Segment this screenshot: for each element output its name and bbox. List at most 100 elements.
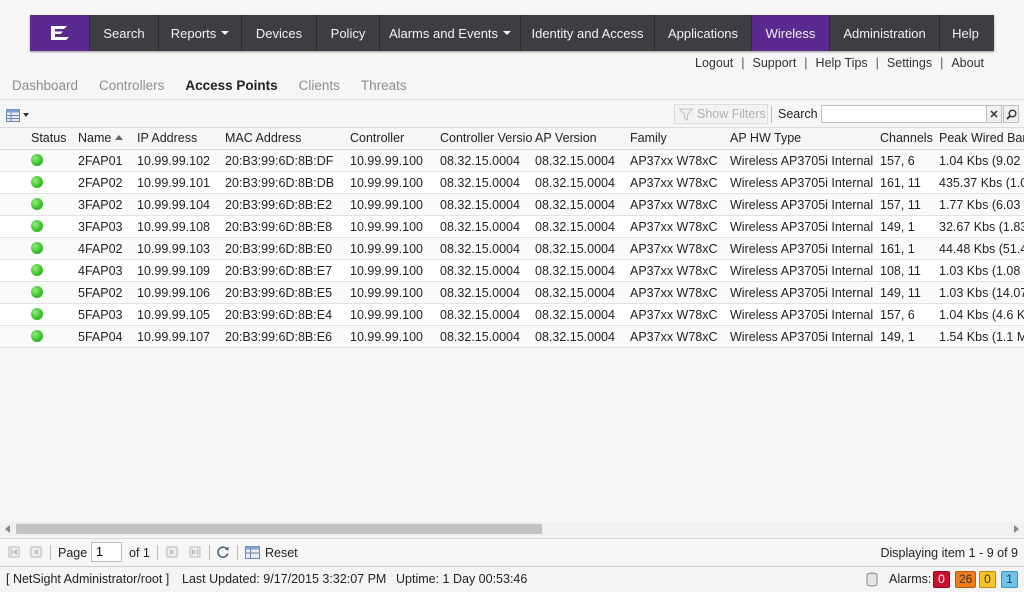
table-row[interactable]: 2FAP01 10.99.99.102 20:B3:99:6D:8B:DF 10.99… — [0, 150, 1024, 172]
cell-controller-version: 08.32.15.0004 — [440, 220, 520, 234]
alarm-badge-critical[interactable]: 0 — [933, 571, 950, 588]
cell-ap-hw-type: Wireless AP3705i Internal — [730, 154, 874, 168]
column-header-controller-version[interactable]: Controller Versio — [440, 131, 534, 145]
grid-options-menu[interactable] — [6, 107, 30, 123]
nav-item-search[interactable]: Search — [90, 15, 159, 51]
column-header-label: MAC Address — [225, 131, 302, 145]
cell-ip-address: 10.99.99.105 — [137, 308, 210, 322]
status-up-icon — [31, 176, 43, 188]
column-header-ap-hw-type[interactable]: AP HW Type — [730, 131, 879, 145]
cell-channels: 157, 11 — [880, 198, 921, 212]
cell-peak-wired-band: 1.03 Kbs (1.08 — [939, 264, 1021, 278]
table-row[interactable]: 4FAP03 10.99.99.109 20:B3:99:6D:8B:E7 10.99… — [0, 260, 1024, 282]
cell-ap-version: 08.32.15.0004 — [535, 330, 615, 344]
link-settings[interactable]: Settings — [887, 56, 932, 70]
column-header-label: Status — [31, 131, 67, 145]
table-row[interactable]: 5FAP02 10.99.99.106 20:B3:99:6D:8B:E5 10.99… — [0, 282, 1024, 304]
paging-toolbar: Page of 1 Reset Displaying item 1 - 9 of — [0, 538, 1024, 565]
cell-name: 2FAP01 — [78, 154, 123, 168]
tab-access-points[interactable]: Access Points — [185, 78, 277, 93]
tab-controllers[interactable]: Controllers — [99, 78, 164, 93]
reset-button[interactable]: Reset — [265, 546, 298, 560]
cell-peak-wired-band: 1.04 Kbs (4.6 K — [939, 308, 1024, 322]
link-logout[interactable]: Logout — [695, 56, 733, 70]
show-filters-button[interactable]: Show Filters — [674, 104, 768, 124]
column-header-channels[interactable]: Channels — [880, 131, 938, 145]
table-row[interactable]: 5FAP04 10.99.99.107 20:B3:99:6D:8B:E6 10.99… — [0, 326, 1024, 348]
search-button[interactable] — [1003, 105, 1019, 123]
cell-family: AP37xx W78xC — [630, 242, 718, 256]
link-about[interactable]: About — [951, 56, 984, 70]
wireless-subtabs: Dashboard Controllers Access Points Clients… — [12, 78, 428, 93]
uptime: Uptime: 1 Day 00:53:46 — [396, 572, 528, 586]
link-support[interactable]: Support — [753, 56, 797, 70]
nav-item-label: Reports — [170, 25, 217, 41]
scroll-left-icon[interactable] — [5, 525, 10, 533]
tab-clients[interactable]: Clients — [299, 78, 340, 93]
table-row[interactable]: 5FAP03 10.99.99.105 20:B3:99:6D:8B:E4 10.99… — [0, 304, 1024, 326]
cell-mac-address: 20:B3:99:6D:8B:E6 — [225, 330, 333, 344]
cell-controller: 10.99.99.100 — [350, 286, 423, 300]
nav-item-help[interactable]: Help — [940, 15, 991, 51]
alarm-badge-info[interactable]: 1 — [1001, 571, 1018, 588]
scroll-right-icon[interactable] — [1014, 525, 1019, 533]
page-number-input[interactable] — [91, 542, 122, 562]
nav-item-wireless[interactable]: Wireless — [752, 15, 830, 51]
prev-page-button[interactable] — [27, 543, 45, 561]
nav-item-reports[interactable]: Reports — [159, 15, 242, 51]
nav-item-administration[interactable]: Administration — [830, 15, 940, 51]
cell-mac-address: 20:B3:99:6D:8B:DB — [225, 176, 335, 190]
column-header-name[interactable]: Name — [78, 131, 136, 145]
tab-dashboard[interactable]: Dashboard — [12, 78, 78, 93]
nav-item-applications[interactable]: Applications — [655, 15, 752, 51]
nav-item-policy[interactable]: Policy — [317, 15, 380, 51]
cell-family: AP37xx W78xC — [630, 330, 718, 344]
column-header-label: AP Version — [535, 131, 597, 145]
link-help-tips[interactable]: Help Tips — [816, 56, 868, 70]
filter-icon — [679, 108, 693, 121]
nav-item-devices[interactable]: Devices — [242, 15, 317, 51]
column-header-mac-address[interactable]: MAC Address — [225, 131, 349, 145]
table-row[interactable]: 2FAP02 10.99.99.101 20:B3:99:6D:8B:DB 10.99… — [0, 172, 1024, 194]
search-input[interactable] — [821, 105, 987, 123]
nav-item-identity-and-access[interactable]: Identity and Access — [521, 15, 655, 51]
column-header-family[interactable]: Family — [630, 131, 729, 145]
last-page-icon — [189, 546, 201, 558]
tab-threats[interactable]: Threats — [361, 78, 407, 93]
database-icon — [866, 572, 878, 592]
nav-item-alarms-and-events[interactable]: Alarms and Events — [380, 15, 521, 51]
column-header-ip-address[interactable]: IP Address — [137, 131, 224, 145]
alarm-badge-error[interactable]: 26 — [955, 571, 977, 588]
last-page-button[interactable] — [186, 543, 204, 561]
sort-ascending-icon — [115, 135, 124, 140]
cell-channels: 161, 1 — [880, 242, 915, 256]
table-row[interactable]: 3FAP03 10.99.99.108 20:B3:99:6D:8B:E8 10.99… — [0, 216, 1024, 238]
cell-ap-version: 08.32.15.0004 — [535, 154, 615, 168]
table-row[interactable]: 4FAP02 10.99.99.103 20:B3:99:6D:8B:E0 10.99… — [0, 238, 1024, 260]
next-page-button[interactable] — [163, 543, 181, 561]
refresh-button[interactable] — [214, 543, 232, 561]
table-row[interactable]: 3FAP02 10.99.99.104 20:B3:99:6D:8B:E2 10.99… — [0, 194, 1024, 216]
alarm-badge-warning[interactable]: 0 — [979, 571, 996, 588]
cell-name: 5FAP03 — [78, 308, 123, 322]
cell-controller: 10.99.99.100 — [350, 330, 423, 344]
clear-search-button[interactable] — [986, 105, 1002, 123]
cell-channels: 149, 1 — [880, 220, 915, 234]
extreme-logo-icon[interactable] — [30, 15, 90, 51]
column-header-label: Controller Versio — [440, 131, 533, 145]
column-header-controller[interactable]: Controller — [350, 131, 439, 145]
scrollbar-thumb[interactable] — [16, 524, 542, 534]
status-up-icon — [31, 242, 43, 254]
nav-item-label: Help — [952, 25, 979, 41]
horizontal-scrollbar[interactable] — [0, 522, 1024, 536]
cell-controller-version: 08.32.15.0004 — [440, 308, 520, 322]
cell-ap-hw-type: Wireless AP3705i Internal — [730, 220, 874, 234]
column-header-peak-wired-band[interactable]: Peak Wired Band — [939, 131, 1024, 145]
cell-family: AP37xx W78xC — [630, 264, 718, 278]
status-up-icon — [31, 264, 43, 276]
column-header-label: IP Address — [137, 131, 198, 145]
first-page-button[interactable] — [5, 543, 23, 561]
reset-icon[interactable] — [243, 543, 261, 561]
column-header-status[interactable]: Status — [31, 131, 77, 145]
column-header-ap-version[interactable]: AP Version — [535, 131, 629, 145]
